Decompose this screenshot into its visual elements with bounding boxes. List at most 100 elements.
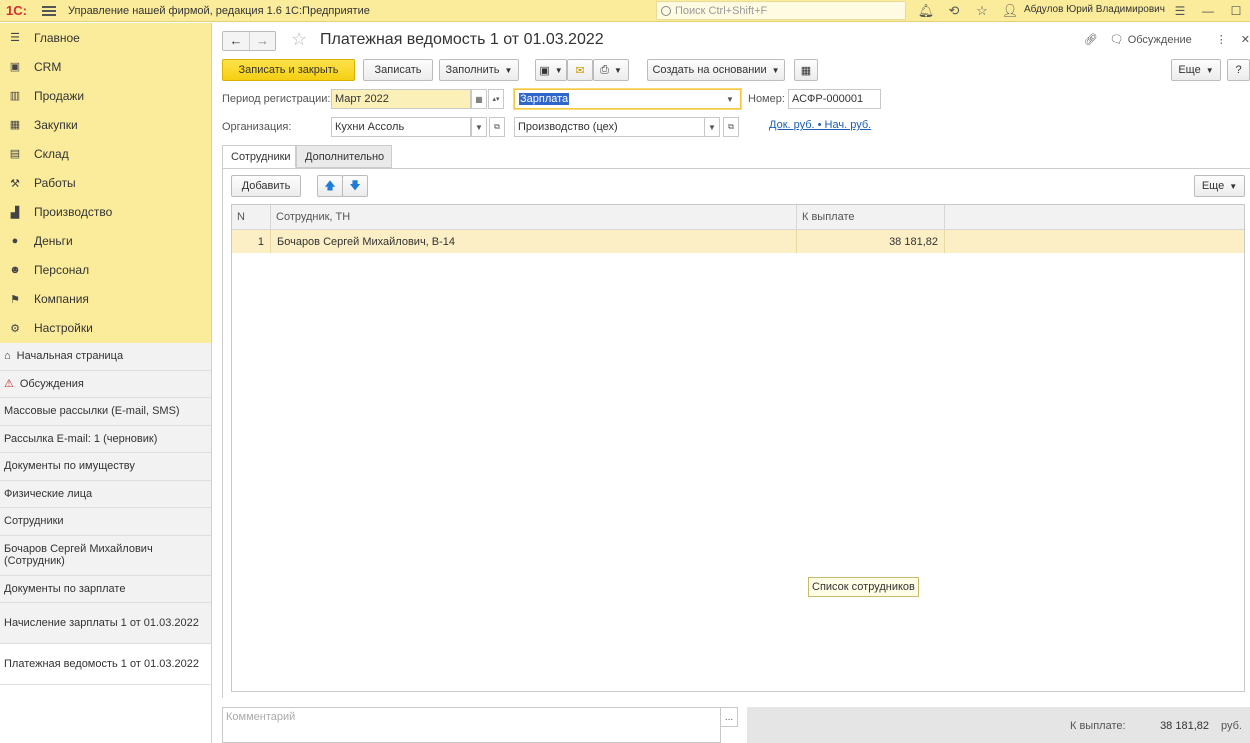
link-icon[interactable]: 🔗︎: [1084, 33, 1098, 46]
email-button[interactable]: ✉: [567, 59, 593, 81]
envelope-icon: ✉: [575, 64, 585, 77]
structure-icon: ▦: [800, 64, 812, 77]
history-item-active[interactable]: Платежная ведомость 1 от 01.03.2022: [0, 644, 211, 686]
basket-icon: ▥: [9, 90, 21, 103]
table-more-button[interactable]: Еще ▼: [1194, 175, 1245, 197]
section-sales[interactable]: ▥ Продажи: [0, 81, 211, 110]
period-field[interactable]: Март 2022: [331, 89, 471, 109]
history-item[interactable]: Начисление зарплаты 1 от 01.03.2022: [0, 603, 211, 645]
chevron-down-icon[interactable]: ▼: [704, 117, 720, 137]
section-works[interactable]: ⚒ Работы: [0, 168, 211, 197]
bell-icon[interactable]: 🔔︎: [912, 3, 940, 19]
more-button[interactable]: Еще ▼: [1171, 59, 1221, 81]
move-down-button[interactable]: 🡇: [342, 175, 368, 197]
back-arrow-icon[interactable]: ←: [223, 32, 249, 50]
open-icon[interactable]: ⧉: [489, 117, 505, 137]
open-icon[interactable]: ⧉: [723, 117, 739, 137]
minimize-icon[interactable]: —: [1194, 4, 1222, 18]
app-logo[interactable]: 1С:: [6, 3, 36, 18]
history-item[interactable]: Документы по зарплате: [0, 575, 211, 604]
discussion-icon[interactable]: 🗨︎: [1110, 33, 1124, 46]
payroll-type-field[interactable]: Зарплата: [514, 89, 741, 109]
user-icon[interactable]: 👤︎: [996, 3, 1024, 19]
chevron-down-icon: ▼: [1205, 65, 1214, 75]
comment-field[interactable]: Комментарий: [222, 707, 721, 743]
menu-icon: ☰: [10, 32, 20, 45]
people-icon: ☻: [9, 264, 21, 277]
column-header-empty: [945, 205, 1244, 229]
cell-n: 1: [232, 230, 271, 253]
number-field[interactable]: АСФР-000001: [788, 89, 881, 109]
chevron-down-icon[interactable]: ▼: [722, 90, 738, 108]
save-button[interactable]: Записать: [363, 59, 433, 81]
column-header-n[interactable]: N: [232, 205, 271, 229]
employees-table: N Сотрудник, ТН К выплате 1 Бочаров Серг…: [231, 204, 1245, 692]
organization-field[interactable]: Кухни Ассоль: [331, 117, 471, 137]
comment-expand-button[interactable]: ...: [720, 707, 738, 727]
number-label: Номер:: [748, 93, 785, 105]
user-name[interactable]: Абдулов Юрий Владимирович: [1024, 4, 1165, 15]
history-discussions[interactable]: ⚠ Обсуждения: [0, 370, 211, 399]
title-bar: 1С: Управление нашей фирмой, редакция 1.…: [0, 0, 1250, 22]
create-based-on-button[interactable]: Создать на основании ▼: [647, 59, 785, 81]
tab-employees[interactable]: Сотрудники: [222, 145, 296, 168]
section-personnel[interactable]: ☻ Персонал: [0, 256, 211, 285]
total-currency: руб.: [1221, 720, 1242, 732]
total-value: 38 181,82: [1131, 716, 1213, 736]
flag-icon: ⚑: [10, 293, 20, 306]
discussion-link[interactable]: Обсуждение: [1128, 34, 1192, 46]
settings-menu-icon[interactable]: ☰: [1166, 4, 1194, 18]
factory-icon: ▟: [10, 206, 20, 219]
fill-button[interactable]: Заполнить ▼: [439, 59, 519, 81]
tools-icon: ⚒: [10, 177, 20, 190]
page-title: Платежная ведомость 1 от 01.03.2022: [320, 31, 604, 48]
star-icon[interactable]: ☆: [968, 3, 996, 19]
arrow-up-icon: 🡅: [324, 179, 336, 192]
help-button[interactable]: ?: [1227, 59, 1250, 81]
history-item[interactable]: Документы по имуществу: [0, 453, 211, 481]
favorite-star-icon[interactable]: ☆: [291, 29, 307, 50]
table-row[interactable]: 1 Бочаров Сергей Михайлович, В-14 38 181…: [232, 230, 1244, 253]
move-up-button[interactable]: 🡅: [317, 175, 343, 197]
section-crm[interactable]: ▣ CRM: [0, 52, 211, 81]
section-main[interactable]: ☰ Главное: [0, 23, 211, 52]
cart-icon: ▦: [9, 119, 21, 132]
column-header-employee[interactable]: Сотрудник, ТН: [271, 205, 797, 229]
section-warehouse[interactable]: ▤ Склад: [0, 139, 211, 168]
top-icons: 🔔︎ ⟲ ☆ 👤︎: [912, 2, 1024, 20]
section-purchases[interactable]: ▦ Закупки: [0, 110, 211, 139]
chevron-down-icon[interactable]: ▼: [471, 117, 487, 137]
more-menu-icon[interactable]: ⋮: [1216, 33, 1227, 46]
history-item[interactable]: Бочаров Сергей Михайлович (Сотрудник): [0, 535, 211, 576]
maximize-icon[interactable]: ☐: [1222, 4, 1250, 18]
column-header-amount[interactable]: К выплате: [797, 205, 945, 229]
document-menu-button[interactable]: ▣ ▼: [535, 59, 567, 81]
search-input[interactable]: Поиск Ctrl+Shift+F: [656, 1, 906, 20]
history-icon[interactable]: ⟲: [940, 3, 968, 19]
print-button[interactable]: ⎙ ▼: [593, 59, 629, 81]
history-item[interactable]: Рассылка E-mail: 1 (черновик): [0, 425, 211, 454]
main-menu-icon[interactable]: [42, 5, 56, 16]
history-item[interactable]: Сотрудники: [0, 508, 211, 536]
section-money[interactable]: ● Деньги: [0, 227, 211, 256]
currency-link[interactable]: Док. руб. • Нач. руб.: [769, 119, 871, 131]
save-and-close-button[interactable]: Записать и закрыть: [222, 59, 355, 81]
close-icon[interactable]: ✕: [1241, 33, 1250, 46]
structure-button[interactable]: ▦: [794, 59, 818, 81]
history-home[interactable]: ⌂ Начальная страница: [0, 343, 211, 371]
add-button[interactable]: Добавить: [231, 175, 301, 197]
forward-arrow-icon[interactable]: →: [249, 32, 275, 50]
total-label: К выплате:: [1070, 720, 1126, 732]
warehouse-icon: ▤: [9, 148, 21, 161]
section-company[interactable]: ⚑ Компания: [0, 285, 211, 314]
history-item[interactable]: Массовые рассылки (E-mail, SMS): [0, 398, 211, 426]
tab-additional[interactable]: Дополнительно: [296, 145, 392, 168]
history-item[interactable]: Физические лица: [0, 480, 211, 509]
period-stepper[interactable]: ▴▾: [488, 89, 504, 109]
chevron-down-icon: ▼: [771, 65, 780, 75]
section-production[interactable]: ▟ Производство: [0, 198, 211, 227]
totals-panel: К выплате: 38 181,82 руб.: [747, 707, 1250, 743]
department-field[interactable]: Производство (цех): [514, 117, 705, 137]
calendar-icon[interactable]: ▦: [471, 89, 487, 109]
section-settings[interactable]: ⚙ Настройки: [0, 314, 211, 343]
